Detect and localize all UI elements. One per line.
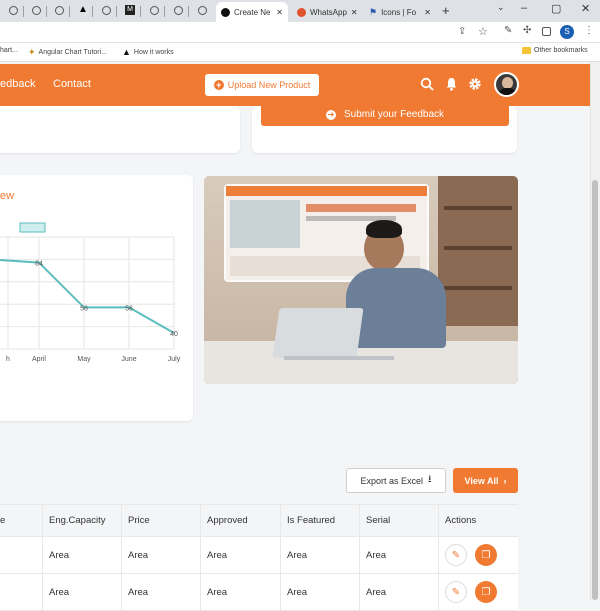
new-tab-button[interactable]: + [442,3,450,18]
data-label: 84 [35,261,43,268]
column-header[interactable]: Serial [359,505,438,536]
line-chart: h April May June July 84 56 56 40 [0,222,181,363]
x-tick-label: June [121,356,136,363]
x-tick-label: April [32,356,46,363]
copy-icon[interactable]: ❐ [475,544,497,566]
app-header: edback Contact + Upload New Product [0,64,590,106]
search-icon[interactable] [420,77,434,91]
m-logo-icon[interactable]: M [125,5,135,15]
table-cell: Area [42,537,121,573]
table-cell: Area [280,574,359,610]
tab-favicon[interactable] [174,6,183,15]
other-bookmarks[interactable]: Other bookmarks [522,47,588,54]
tab-favicon[interactable] [32,6,41,15]
table-cell: Area [42,574,121,610]
table-cell: Area [121,574,200,610]
table-row: Area Area Area Area Area ✎ ❐ [0,574,518,611]
submit-feedback-button[interactable]: ➜ Submit your Feedback [261,103,509,126]
tab-favicon[interactable] [150,6,159,15]
data-label: 56 [80,305,88,312]
angular-icon [221,7,230,17]
plus-icon: + [213,80,224,90]
edit-icon[interactable]: ✎ [445,544,467,566]
more-menu-icon[interactable]: ⋮ [584,25,594,36]
column-header[interactable]: Is Featured [280,505,359,536]
left-top-card [0,106,240,153]
series-line [0,259,175,334]
star-icon[interactable]: ☆ [478,25,488,38]
alert-icon [297,7,306,17]
bookmark-item[interactable]: ✦ Angular Chart Tutori... [28,47,107,58]
close-icon[interactable]: ✕ [351,8,358,17]
column-header[interactable]: Approved [200,505,280,536]
x-tick-label: h [6,356,10,363]
close-icon[interactable]: ✕ [424,8,431,17]
tab-favicon[interactable] [102,6,111,15]
folder-icon [522,47,531,54]
share-icon[interactable]: ⇪ [458,26,466,37]
bookmark-item[interactable]: ▲ How it works [122,47,174,57]
warning-icon[interactable]: ▲ [78,4,88,15]
chevron-right-icon: › [503,475,507,486]
actions-cell: ✎ ❐ [438,537,518,573]
data-label: 56 [125,305,133,312]
flag-icon: ⚑ [369,6,378,17]
download-icon: ⭳ [428,474,432,485]
arrow-right-icon: ➜ [325,109,336,120]
column-header[interactable]: Price [121,505,200,536]
x-tick-label: May [77,356,91,363]
angular-icon: ▲ [122,47,131,57]
browser-tabstrip: ▲ M Create Ne ✕ WhatsApp ✕ ⚑ Icons | Fo … [0,0,600,22]
sidepanel-icon[interactable] [542,27,551,36]
user-avatar[interactable] [494,72,519,97]
laptop [272,308,364,358]
table-cell: Area [121,537,200,573]
tab-icons[interactable]: ⚑ Icons | Fo ✕ [364,2,436,22]
actions-cell: ✎ ❐ [438,574,518,610]
maximize-icon[interactable]: ▢ [551,2,561,15]
eyedropper-icon[interactable]: ✎ [504,25,512,36]
table-cell: Area [280,537,359,573]
table-cell: Area [359,537,438,573]
gear-icon[interactable] [468,77,482,91]
column-header[interactable]: Actions [438,505,518,536]
export-excel-button[interactable]: Export as Excel ⭳ [346,468,446,493]
data-label: 40 [170,331,178,338]
bookmark-item[interactable]: hart... [0,47,18,54]
table-cell: Area [359,574,438,610]
hero-image [204,176,518,384]
tab-create[interactable]: Create Ne ✕ [216,2,288,22]
minimize-icon[interactable]: – [521,2,527,14]
legend-swatch[interactable] [19,222,46,233]
column-header[interactable]: e [0,505,42,536]
close-icon[interactable]: ✕ [276,8,283,17]
table-header-row: e Eng.Capacity Price Approved Is Feature… [0,504,518,537]
profile-avatar[interactable]: S [560,25,574,39]
tab-favicon[interactable] [198,6,207,15]
table-cell: Area [200,574,280,610]
nav-contact[interactable]: Contact [53,78,91,90]
nav-feedback[interactable]: edback [0,78,35,90]
table-cell: Area [200,537,280,573]
extensions-icon[interactable]: ✣ [523,25,531,36]
table-row: Area Area Area Area Area ✎ ❐ [0,537,518,574]
column-header[interactable]: Eng.Capacity [42,505,121,536]
tab-favicon[interactable] [9,6,18,15]
chart-card: ew h April May June July 84 56 56 40 [0,175,193,421]
table-cell [0,537,42,573]
scrollbar-thumb[interactable] [592,180,598,600]
tab-whatsapp[interactable]: WhatsApp ✕ [292,2,362,22]
table-cell [0,574,42,610]
tab-search-chevron-icon[interactable]: ⌄ [497,2,505,13]
address-bar: ⇪ ☆ ✎ ✣ S ⋮ [0,22,600,43]
upload-product-button[interactable]: + Upload New Product [205,74,319,96]
bell-icon[interactable] [445,77,458,91]
close-window-icon[interactable]: ✕ [581,2,590,15]
tab-favicon[interactable] [55,6,64,15]
x-tick-label: July [168,356,181,363]
view-all-button[interactable]: View All › [453,468,518,493]
bookmarks-bar: hart... ✦ Angular Chart Tutori... ▲ How … [0,43,600,62]
bookmark-favicon-icon: ✦ [28,47,36,57]
